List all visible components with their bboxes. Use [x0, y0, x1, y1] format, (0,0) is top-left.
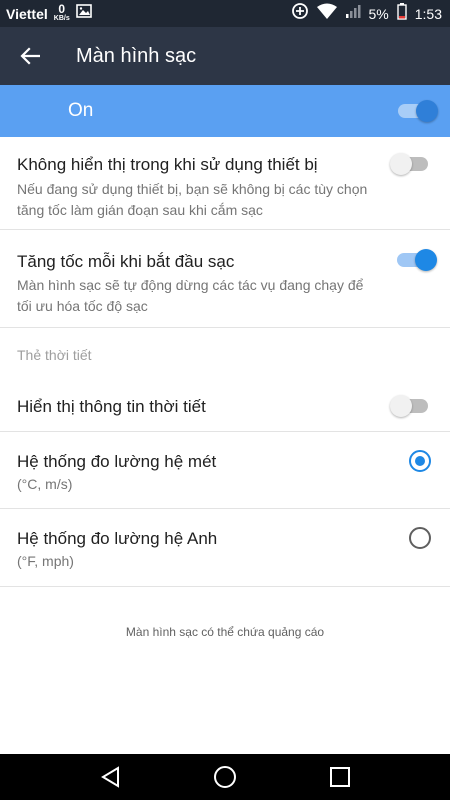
signal-icon [345, 3, 361, 24]
app-bar: Màn hình sạc [0, 27, 450, 85]
wifi-icon [316, 3, 337, 24]
carrier-name: Viettel [6, 5, 48, 22]
sync-icon [291, 2, 309, 25]
recents-square-icon [330, 767, 350, 787]
setting-description: Màn hình sạc sẽ tự động dừng các tác vụ … [17, 277, 364, 314]
divider [0, 586, 450, 587]
radio-subtitle: (°F, mph) [17, 553, 74, 569]
setting-row-boost-on-charge[interactable]: Tăng tốc mỗi khi bắt đầu sạc Màn hình sạ… [0, 230, 450, 327]
nav-recents-button[interactable] [325, 762, 355, 792]
ads-note: Màn hình sạc có thể chứa quảng cáo [125, 625, 325, 639]
setting-title: Hiển thị thông tin thời tiết [17, 397, 206, 416]
setting-description: Nếu đang sử dụng thiết bị, bạn sẽ không … [17, 181, 368, 218]
page-title: Màn hình sạc [76, 44, 197, 67]
network-speed: 0 KB/s [54, 3, 70, 22]
clock: 1:53 [414, 5, 442, 22]
network-speed-value: 0 [58, 2, 66, 16]
divider [0, 327, 450, 328]
boost-on-charge-toggle[interactable] [397, 247, 437, 273]
back-triangle-icon [101, 766, 119, 788]
network-speed-unit: KB/s [53, 15, 70, 22]
setting-row-hide-while-using[interactable]: Không hiển thị trong khi sử dụng thiết b… [0, 137, 450, 229]
radio-title: Hệ thống đo lường hệ Anh [17, 529, 218, 548]
navigation-bar [0, 754, 450, 800]
nav-back-button[interactable] [96, 762, 126, 792]
setting-title: Không hiển thị trong khi sử dụng thiết b… [17, 155, 318, 174]
nav-home-button[interactable] [210, 762, 240, 792]
image-icon [75, 4, 92, 23]
section-header-weather: Thẻ thời tiết [17, 347, 92, 363]
master-switch-bar[interactable]: On [0, 85, 450, 137]
master-toggle[interactable] [398, 98, 438, 124]
radio-title: Hệ thống đo lường hệ mét [17, 452, 217, 471]
radio-row-imperial[interactable]: Hệ thống đo lường hệ Anh (°F, mph) [0, 509, 450, 586]
hide-while-using-toggle[interactable] [390, 151, 432, 177]
status-bar: Viettel 0 KB/s 5% 1:53 [0, 0, 450, 27]
setting-title: Tăng tốc mỗi khi bắt đầu sạc [17, 252, 235, 271]
metric-radio[interactable] [409, 450, 431, 472]
home-circle-icon [214, 766, 236, 788]
back-button[interactable] [0, 27, 60, 85]
arrow-left-icon [20, 47, 40, 65]
imperial-radio[interactable] [409, 527, 431, 549]
show-weather-toggle[interactable] [390, 393, 432, 419]
setting-row-show-weather[interactable]: Hiển thị thông tin thời tiết [0, 380, 450, 430]
master-switch-label: On [68, 100, 94, 121]
battery-icon [397, 2, 407, 25]
radio-subtitle: (°C, m/s) [17, 476, 73, 492]
battery-percent: 5% [368, 5, 389, 22]
radio-row-metric[interactable]: Hệ thống đo lường hệ mét (°C, m/s) [0, 432, 450, 508]
